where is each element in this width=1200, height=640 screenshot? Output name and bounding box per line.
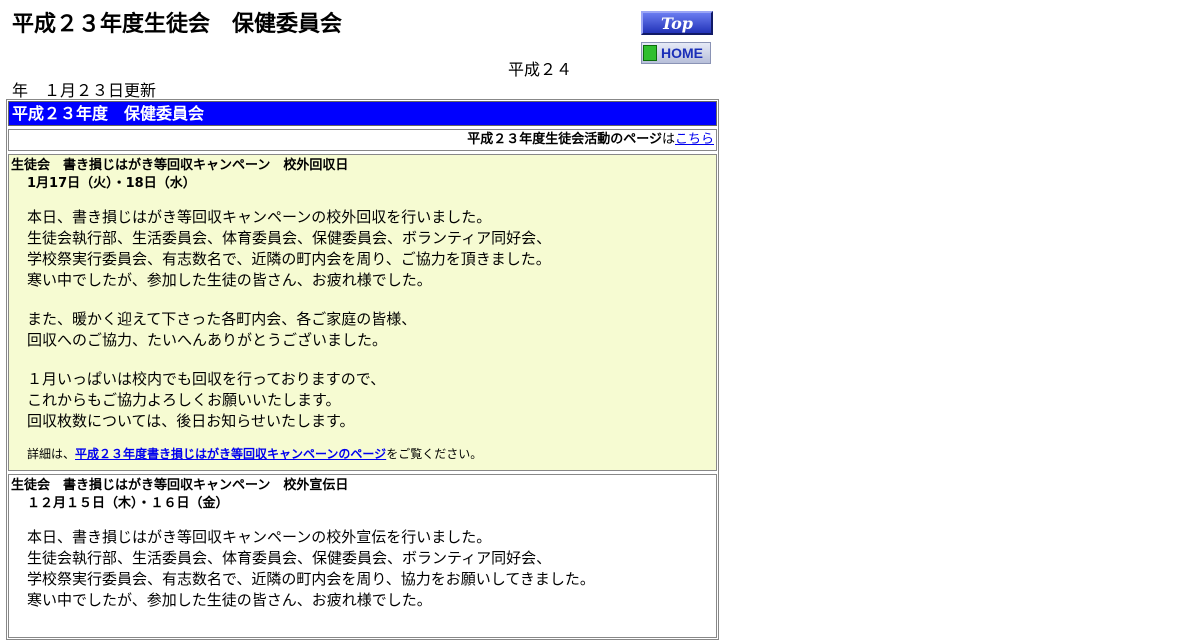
article-body: 本日、書き損じはがき等回収キャンペーンの校外回収を行いました。 生徒会執行部、生… [11,207,714,432]
update-date-part1: 平成２４ [508,60,573,79]
body-line: 寒い中でしたが、参加した生徒の皆さん、お疲れ様でした。 [27,591,432,609]
article-paragraph: 本日、書き損じはがき等回収キャンペーンの校外宣伝を行いました。 生徒会執行部、生… [27,527,714,611]
activity-page-link[interactable]: こちら [675,132,714,147]
body-line: 寒い中でしたが、参加した生徒の皆さん、お疲れ様でした。 [27,271,432,289]
section-heading: 平成２３年度 保健委員会 [8,101,717,126]
campaign-page-link[interactable]: 平成２３年度書き損じはがき等回収キャンペーンのページ [75,447,386,461]
home-button-label: HOME [661,45,703,61]
body-line: また、暖かく迎えて下さった各町内会、各ご家庭の皆様、 [27,310,417,328]
article-date: １２月１５日（木）・１６日（金） [27,496,229,511]
top-button-label: Top [661,13,693,33]
top-button[interactable]: Top [641,11,713,35]
article-promotion-day: 生徒会 書き損じはがき等回収キャンペーン 校外宣伝日 １２月１５日（木）・１６日… [8,474,717,638]
article-body: 本日、書き損じはがき等回収キャンペーンの校外宣伝を行いました。 生徒会執行部、生… [11,527,714,611]
body-line: 本日、書き損じはがき等回収キャンペーンの校外宣伝を行いました。 [27,528,492,546]
page-title: 平成２３年度生徒会 保健委員会 [12,12,343,37]
home-button[interactable]: HOME [641,42,711,64]
body-line: 生徒会執行部、生活委員会、体育委員会、保健委員会、ボランティア同好会、 [27,229,552,247]
body-line: 学校祭実行委員会、有志数名で、近隣の町内会を周り、ご協力を頂きました。 [27,250,551,268]
article-paragraph: また、暖かく迎えて下さった各町内会、各ご家庭の皆様、 回収へのご協力、たいへんあ… [27,309,714,351]
detail-suffix: をご覧ください。 [386,447,483,461]
body-line: 生徒会執行部、生活委員会、体育委員会、保健委員会、ボランティア同好会、 [27,549,552,567]
article-collection-day: 生徒会 書き損じはがき等回収キャンペーン 校外回収日 1月17日（火）・18日（… [8,154,717,471]
article-title: 生徒会 書き損じはがき等回収キャンペーン 校外回収日 [11,158,349,173]
main-table: 平成２３年度 保健委員会 平成２３年度生徒会活動のページはこちら 生徒会 書き損… [6,99,719,640]
update-date-part2: 年 １月２３日更新 [12,81,157,100]
article-title: 生徒会 書き損じはがき等回収キャンペーン 校外宣伝日 [11,478,349,493]
activity-link-row: 平成２３年度生徒会活動のページはこちら [8,129,717,151]
body-line: 本日、書き損じはがき等回収キャンペーンの校外回収を行いました。 [27,208,492,226]
article-paragraph: １月いっぱいは校内でも回収を行っておりますので、 これからもご協力よろしくお願い… [27,369,714,432]
body-line: 回収枚数については、後日お知らせいたします。 [27,412,355,430]
body-line: １月いっぱいは校内でも回収を行っておりますので、 [27,370,386,388]
home-square-icon [643,45,657,61]
body-line: 回収へのご協力、たいへんありがとうございました。 [27,331,388,349]
detail-line: 詳細は、平成２３年度書き損じはがき等回収キャンペーンのページをご覧ください。 [11,446,714,462]
article-date: 1月17日（火）・18日（水） [27,176,196,191]
detail-prefix: 詳細は、 [27,447,76,461]
activity-link-middle: は [661,132,675,147]
article-paragraph: 本日、書き損じはがき等回収キャンペーンの校外回収を行いました。 生徒会執行部、生… [27,207,714,291]
body-line: これからもご協力よろしくお願いいたします。 [27,391,341,409]
body-line: 学校祭実行委員会、有志数名で、近隣の町内会を周り、協力をお願いしてきました。 [27,570,595,588]
activity-link-prefix: 平成２３年度生徒会活動のページ [467,132,662,147]
